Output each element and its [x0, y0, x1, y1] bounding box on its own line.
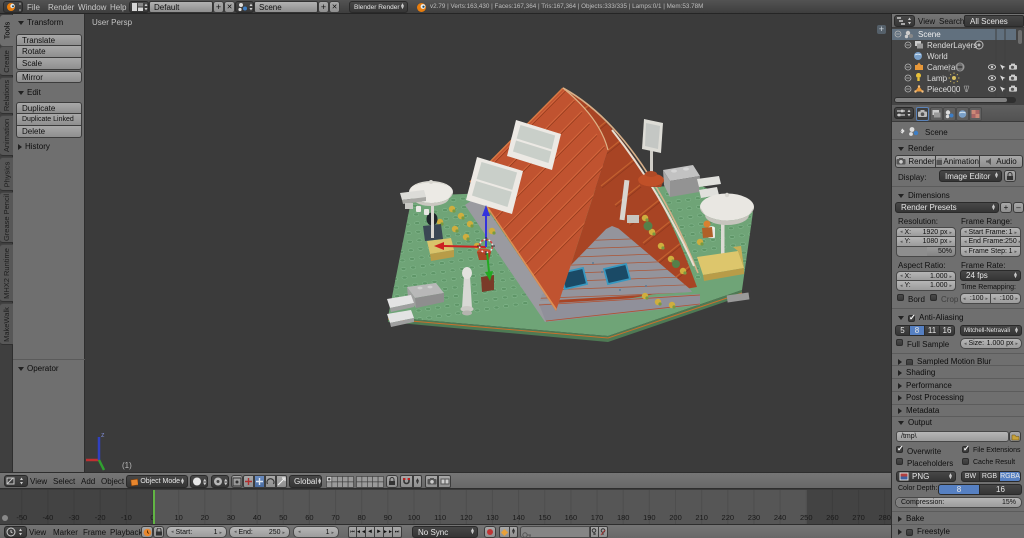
- svg-text:230: 230: [748, 513, 761, 522]
- svg-text:-30: -30: [69, 513, 80, 522]
- svg-text:-20: -20: [95, 513, 106, 522]
- svg-text:210: 210: [695, 513, 708, 522]
- svg-text:160: 160: [565, 513, 578, 522]
- svg-text:260: 260: [826, 513, 839, 522]
- svg-text:70: 70: [331, 513, 339, 522]
- svg-text:|: |: [948, 63, 950, 72]
- svg-text:60: 60: [305, 513, 313, 522]
- svg-text:280: 280: [878, 513, 891, 522]
- svg-text:240: 240: [774, 513, 787, 522]
- svg-text:20: 20: [201, 513, 209, 522]
- svg-text:180: 180: [617, 513, 630, 522]
- svg-text:30: 30: [227, 513, 235, 522]
- svg-text:130: 130: [486, 513, 499, 522]
- svg-text:-50: -50: [16, 513, 27, 522]
- svg-text:90: 90: [384, 513, 392, 522]
- svg-text:170: 170: [591, 513, 604, 522]
- svg-text:250: 250: [800, 513, 813, 522]
- svg-text:200: 200: [669, 513, 682, 522]
- svg-text:|: |: [942, 74, 944, 83]
- svg-text:World: World: [927, 52, 948, 61]
- svg-text:Scene: Scene: [918, 30, 941, 39]
- svg-text:150: 150: [538, 513, 551, 522]
- svg-text:80: 80: [358, 513, 366, 522]
- svg-text:50: 50: [279, 513, 287, 522]
- svg-text:|: |: [968, 41, 970, 50]
- svg-text:Camera: Camera: [927, 63, 956, 72]
- svg-text:-40: -40: [42, 513, 53, 522]
- svg-text:220: 220: [722, 513, 735, 522]
- svg-text:110: 110: [434, 513, 446, 522]
- svg-text:Lamp: Lamp: [927, 74, 948, 83]
- svg-text:40: 40: [253, 513, 261, 522]
- svg-text:140: 140: [512, 513, 525, 522]
- svg-text:|: |: [954, 85, 956, 94]
- svg-text:-10: -10: [121, 513, 132, 522]
- svg-text:120: 120: [460, 513, 473, 522]
- svg-text:100: 100: [408, 513, 421, 522]
- svg-text:z: z: [101, 432, 105, 439]
- svg-text:190: 190: [643, 513, 656, 522]
- svg-text:10: 10: [174, 513, 182, 522]
- svg-text:270: 270: [852, 513, 865, 522]
